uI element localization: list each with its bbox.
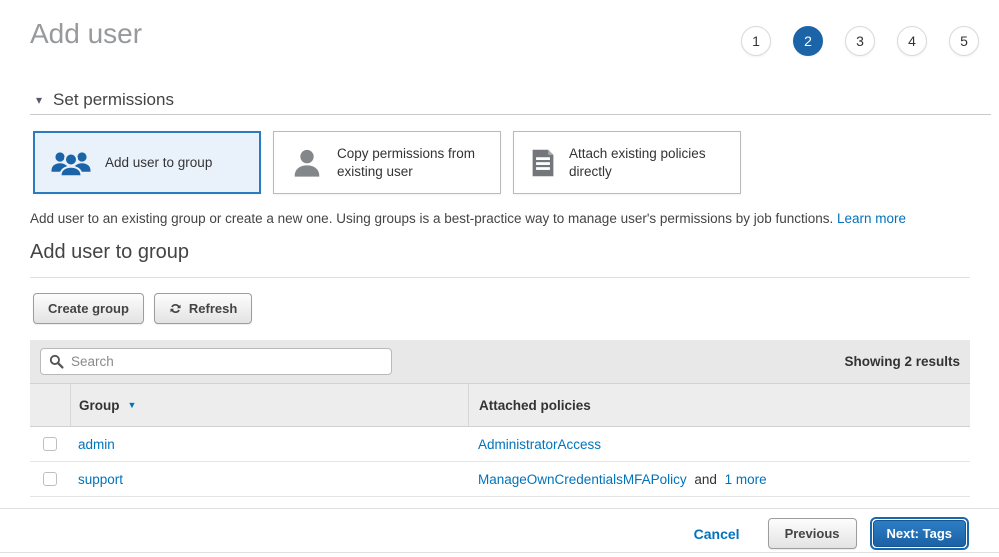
and-separator: and: [694, 472, 717, 487]
user-icon: [290, 147, 324, 179]
table-header-row: Group ▼ Attached policies: [30, 384, 970, 427]
policy-link-manageowncredentials[interactable]: ManageOwnCredentialsMFAPolicy: [478, 472, 687, 487]
section-divider: [30, 114, 991, 115]
add-user-to-group-title: Add user to group: [30, 241, 189, 264]
subsection-divider: [30, 277, 970, 278]
groups-table: Showing 2 results Group ▼ Attached polic…: [30, 340, 970, 497]
footer-divider-bottom: [0, 552, 999, 553]
footer-divider-top: [0, 508, 999, 509]
set-permissions-label: Set permissions: [53, 90, 174, 110]
refresh-icon: [169, 302, 182, 315]
step-1: 1: [741, 26, 771, 56]
card-attach-policies[interactable]: Attach existing policies directly: [513, 131, 741, 194]
step-2-active: 2: [793, 26, 823, 56]
more-policies-link[interactable]: 1 more: [725, 472, 767, 487]
table-row-admin: admin AdministratorAccess: [30, 427, 970, 462]
document-icon: [530, 148, 556, 178]
group-actions: Create group Refresh: [33, 293, 252, 324]
step-indicator: 1 2 3 4 5: [741, 26, 979, 56]
header-checkbox-column: [30, 384, 71, 426]
sort-down-icon: ▼: [128, 400, 137, 410]
column-header-group[interactable]: Group ▼: [71, 384, 469, 426]
next-button-focus-ring: Next: Tags: [870, 517, 970, 550]
search-input[interactable]: [40, 348, 392, 375]
step-5: 5: [949, 26, 979, 56]
card-label: Add user to group: [105, 154, 212, 172]
description-text: Add user to an existing group or create …: [30, 211, 833, 226]
refresh-button[interactable]: Refresh: [154, 293, 252, 324]
caret-down-icon: ▾: [36, 93, 42, 107]
previous-button[interactable]: Previous: [768, 518, 857, 549]
group-link-admin[interactable]: admin: [78, 437, 115, 452]
set-permissions-section-toggle[interactable]: ▾ Set permissions: [36, 90, 174, 110]
results-count: Showing 2 results: [844, 340, 960, 383]
cell-checkbox: [30, 437, 70, 451]
group-icon: [50, 149, 92, 177]
search-wrap: [40, 348, 392, 375]
step-3: 3: [845, 26, 875, 56]
cell-group: support: [70, 472, 468, 487]
section-description: Add user to an existing group or create …: [30, 211, 906, 226]
row-checkbox-admin[interactable]: [43, 437, 57, 451]
step-4: 4: [897, 26, 927, 56]
cell-policies: AdministratorAccess: [468, 437, 970, 452]
column-header-attached-policies: Attached policies: [469, 384, 970, 426]
permission-option-cards: Add user to group Copy permissions from …: [33, 131, 741, 194]
refresh-label: Refresh: [189, 301, 237, 316]
cell-group: admin: [70, 437, 468, 452]
group-column-label: Group: [79, 398, 120, 413]
cancel-button[interactable]: Cancel: [694, 526, 740, 542]
card-add-user-to-group[interactable]: Add user to group: [33, 131, 261, 194]
page-title: Add user: [30, 18, 142, 50]
row-checkbox-support[interactable]: [43, 472, 57, 486]
add-user-wizard-page: Add user 1 2 3 4 5 ▾ Set permissions: [0, 0, 999, 557]
table-row-support: support ManageOwnCredentialsMFAPolicy an…: [30, 462, 970, 497]
policies-column-label: Attached policies: [479, 398, 591, 413]
policy-link-administratoraccess[interactable]: AdministratorAccess: [478, 437, 601, 452]
learn-more-link[interactable]: Learn more: [837, 211, 906, 226]
group-link-support[interactable]: support: [78, 472, 123, 487]
table-toolbar: Showing 2 results: [30, 340, 970, 384]
card-label: Attach existing policies directly: [569, 145, 721, 180]
create-group-button[interactable]: Create group: [33, 293, 144, 324]
card-copy-permissions[interactable]: Copy permissions from existing user: [273, 131, 501, 194]
next-tags-button[interactable]: Next: Tags: [873, 520, 967, 547]
cell-checkbox: [30, 472, 70, 486]
search-icon: [49, 354, 64, 369]
cell-policies: ManageOwnCredentialsMFAPolicy and 1 more: [468, 472, 970, 487]
wizard-footer: Cancel Previous Next: Tags: [694, 517, 969, 550]
card-label: Copy permissions from existing user: [337, 145, 489, 180]
